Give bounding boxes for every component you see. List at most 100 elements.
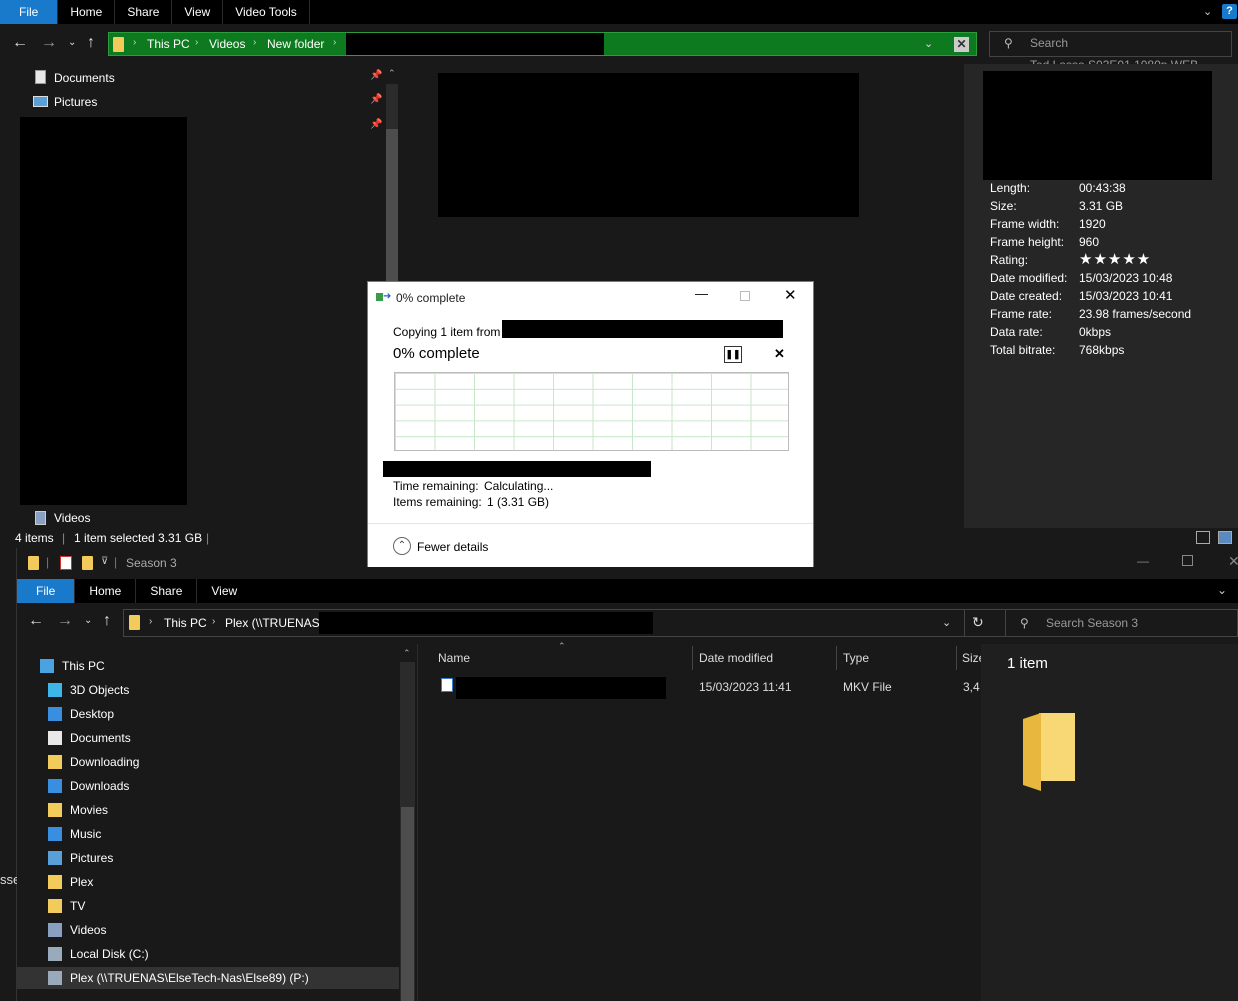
up-icon[interactable]: ↑ <box>103 612 111 630</box>
nav-item-documents[interactable]: Documents <box>54 70 115 86</box>
scroll-up-icon[interactable]: ⌃ <box>388 68 396 79</box>
sidebar-item[interactable]: Videos <box>17 919 399 941</box>
pin-icon[interactable]: 📌 <box>370 119 382 130</box>
chevron-up-icon: ⌃ <box>393 537 411 555</box>
pictures-icon <box>48 851 62 865</box>
new-folder-icon[interactable] <box>82 556 93 570</box>
sidebar-item[interactable]: Plex <box>17 871 399 893</box>
folder-icon <box>129 615 140 630</box>
recent-locations-icon[interactable]: ⌄ <box>84 615 92 626</box>
minimize-icon[interactable]: — <box>695 286 708 301</box>
sidebar-item[interactable]: Plex (\\TRUENAS\ElseTech-Nas\Else89) (P:… <box>17 967 399 989</box>
nav-scrollbar-bottom[interactable] <box>400 662 415 1001</box>
ribbon-expand-icon[interactable]: ⌄ <box>1217 583 1227 597</box>
breadcrumb-plex[interactable]: Plex (\\TRUENAS\ <box>225 616 323 630</box>
close-icon[interactable]: ✕ <box>784 286 797 304</box>
property-label: Date modified: <box>990 271 1068 285</box>
sidebar-item[interactable]: Downloads <box>17 775 399 797</box>
scroll-up-icon[interactable]: ⌃ <box>403 648 411 659</box>
sidebar-item[interactable]: TV <box>17 895 399 917</box>
property-label: Frame width: <box>990 217 1060 231</box>
sidebar-item[interactable]: Music <box>17 823 399 845</box>
sidebar-item[interactable]: Local Disk (C:) <box>17 943 399 965</box>
nav-scrollbar-thumb[interactable] <box>386 129 398 299</box>
details-pane: Length: 00:43:38 Size: 3.31 GB Frame width: 1… <box>964 64 1238 528</box>
selection-info: 1 item selected 3.31 GB <box>74 531 203 545</box>
tab-share[interactable]: Share <box>136 579 198 603</box>
property-label: Length: <box>990 181 1031 195</box>
chevron-right-icon: › <box>253 37 257 48</box>
address-dropdown-icon[interactable]: ⌄ <box>924 37 933 50</box>
address-dropdown-icon[interactable]: ⌄ <box>942 616 951 629</box>
property-value: 1920 <box>1079 217 1106 231</box>
copying-label: Copying 1 item from <box>393 325 501 339</box>
nav-item-videos[interactable]: Videos <box>54 510 90 526</box>
breadcrumb-new-folder[interactable]: New folder <box>267 37 324 51</box>
minimize-icon[interactable]: — <box>1137 554 1149 568</box>
refresh-icon[interactable]: ↻ <box>972 614 984 631</box>
column-header-type[interactable]: Type <box>843 651 869 665</box>
ribbon-expand-icon[interactable]: ⌄ <box>1203 5 1212 18</box>
pin-icon[interactable]: 📌 <box>370 94 382 105</box>
details-view-icon[interactable] <box>1196 531 1210 544</box>
tab-view[interactable]: View <box>197 579 251 603</box>
tab-video-tools[interactable]: Video Tools <box>223 0 310 24</box>
tab-home[interactable]: Home <box>75 579 137 603</box>
tab-file[interactable]: File <box>0 0 59 24</box>
sidebar-item[interactable]: Desktop <box>17 703 399 725</box>
nav-scrollbar-thumb[interactable] <box>401 807 414 1001</box>
tab-share[interactable]: Share <box>115 0 173 24</box>
chevron-right-icon: › <box>133 37 137 48</box>
maximize-icon[interactable] <box>1182 555 1193 566</box>
table-row[interactable]: 15/03/2023 11:41 MKV File 3,4 <box>437 676 981 699</box>
property-value[interactable]: ★★★★★ <box>1079 251 1151 269</box>
column-header-date-modified[interactable]: Date modified <box>699 651 773 665</box>
redacted-filename <box>456 677 666 699</box>
time-remaining-label: Time remaining: <box>393 479 479 493</box>
sidebar-item[interactable]: Pictures <box>17 847 399 869</box>
back-icon[interactable]: ← <box>12 34 28 52</box>
address-bar-bottom[interactable]: › This PC › Plex (\\TRUENAS\ ⌄ ↻ <box>123 609 1008 637</box>
sidebar-item-label: Videos <box>70 923 107 937</box>
search-box-top[interactable]: ⚲ Search Ted.Lasso.S03E01.1080p.WEB... <box>989 31 1232 72</box>
sidebar-item[interactable]: Documents <box>17 727 399 749</box>
sidebar-item[interactable]: Movies <box>17 799 399 821</box>
forward-icon[interactable]: → <box>41 34 57 52</box>
pause-icon[interactable]: ❚❚ <box>724 346 742 363</box>
tab-view[interactable]: View <box>172 0 224 24</box>
column-divider <box>956 646 957 670</box>
fewer-details-label: Fewer details <box>417 540 489 554</box>
address-bar[interactable]: › This PC › Videos › New folder › ⌄ <box>108 32 977 56</box>
help-icon[interactable]: ? <box>1222 4 1237 19</box>
cancel-icon[interactable]: ✕ <box>774 346 785 362</box>
ribbon-tabs: File Home Share View Video Tools ⌄ ? <box>0 0 1238 24</box>
customize-toolbar-icon[interactable]: ⊽ <box>101 556 108 567</box>
breadcrumb-this-pc[interactable]: This PC <box>147 37 190 51</box>
sidebar-item[interactable]: 3D Objects <box>17 679 399 701</box>
sidebar-item[interactable]: This PC <box>17 655 399 677</box>
forward-icon[interactable]: → <box>57 612 73 630</box>
tab-home[interactable]: Home <box>58 0 116 24</box>
search-box-bottom[interactable]: ⚲ Search Season 3 <box>1005 609 1238 637</box>
sidebar-item[interactable]: Downloading <box>17 751 399 773</box>
recent-locations-icon[interactable]: ⌄ <box>68 37 76 48</box>
pin-icon[interactable]: 📌 <box>370 70 382 81</box>
back-icon[interactable]: ← <box>28 612 44 630</box>
close-icon[interactable]: ✕ <box>1228 553 1238 570</box>
left-background-window: sse <box>0 548 20 1001</box>
fewer-details-button[interactable]: ⌃ Fewer details <box>393 537 613 557</box>
nav-item-pictures[interactable]: Pictures <box>54 94 97 110</box>
breadcrumb-this-pc[interactable]: This PC <box>164 616 207 630</box>
tab-file[interactable]: File <box>17 579 76 603</box>
properties-icon[interactable] <box>60 556 72 570</box>
up-icon[interactable]: ↑ <box>87 34 95 52</box>
clear-address-icon[interactable]: ✕ <box>954 37 969 52</box>
disk-icon <box>48 947 62 961</box>
desktop-icon <box>48 707 62 721</box>
property-label: Size: <box>990 199 1017 213</box>
preview-item-count: 1 item <box>1007 655 1048 672</box>
breadcrumb-videos[interactable]: Videos <box>209 37 245 51</box>
property-value: 15/03/2023 10:48 <box>1079 271 1173 285</box>
large-icons-view-icon[interactable] <box>1218 531 1232 544</box>
column-header-name[interactable]: Name <box>438 651 470 665</box>
